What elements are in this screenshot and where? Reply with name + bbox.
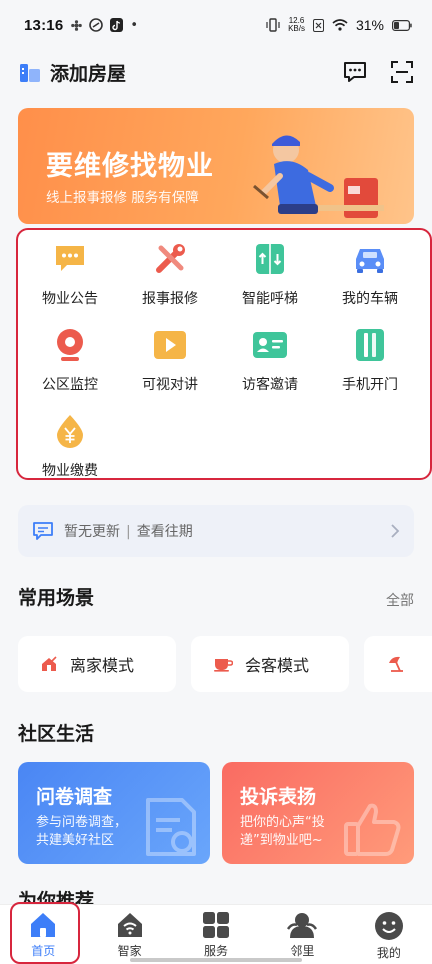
tiktok-icon	[110, 18, 124, 32]
banner-title: 要维修找物业	[46, 151, 214, 182]
scenes-section-title: 常用场景	[18, 587, 95, 609]
battery-percent: 31%	[355, 17, 384, 33]
survey-document-icon	[146, 798, 196, 856]
car-icon	[356, 249, 384, 273]
video-play-icon	[154, 331, 186, 359]
chevron-right-icon[interactable]	[390, 523, 400, 539]
tab-label: 服务	[204, 944, 229, 958]
service-payment[interactable]: 物业缴费	[20, 406, 120, 482]
battery-icon	[392, 19, 412, 31]
app-notification-icon	[89, 18, 104, 32]
survey-card-line2: 共建美好社区	[36, 833, 115, 848]
service-vehicle[interactable]: 我的车辆	[320, 234, 420, 310]
grid-apps-icon	[203, 912, 230, 938]
complaint-card-line2: 递”到物业吧~	[240, 833, 323, 848]
banner-subtitle: 线上报事报修 服务有保障	[46, 190, 199, 206]
announcement-icon	[56, 246, 84, 271]
survey-card-title: 问卷调查	[36, 786, 113, 808]
scenes-all-link[interactable]: 全部	[386, 590, 414, 610]
thumbs-up-icon	[344, 803, 401, 856]
building-icon	[20, 64, 40, 82]
service-label: 报事报修	[142, 291, 198, 307]
visitor-card-icon	[253, 332, 287, 358]
repair-banner[interactable]: 要维修找物业 线上报事报修 服务有保障	[18, 108, 414, 224]
services-grid: 物业公告 报事报修 智能呼梯 我的车辆 公区监控 可视对讲 访客邀请 手机开门 …	[20, 234, 430, 482]
teacup-icon	[214, 659, 233, 672]
service-announcement[interactable]: 物业公告	[20, 234, 120, 310]
service-visitor[interactable]: 访客邀请	[220, 320, 320, 396]
notice-message-icon	[33, 522, 53, 540]
scene-guest[interactable]: 会客模式	[191, 636, 349, 692]
app-header: 添加房屋	[0, 50, 432, 94]
complaint-card-line1: 把你的心声“投	[240, 815, 325, 830]
scene-label: 离家模式	[70, 656, 135, 675]
tab-label: 邻里	[290, 944, 315, 958]
camera-icon	[57, 329, 83, 361]
vibrate-icon	[266, 18, 280, 32]
scene-third[interactable]	[364, 636, 432, 692]
service-label: 公区监控	[42, 377, 98, 393]
service-label: 我的车辆	[342, 291, 398, 307]
message-icon[interactable]	[342, 60, 368, 84]
service-elevator[interactable]: 智能呼梯	[220, 234, 320, 310]
survey-card[interactable]: 问卷调查 参与问卷调查， 共建美好社区	[18, 762, 210, 864]
scene-leave-home[interactable]: 离家模式	[18, 636, 176, 692]
wifi-icon	[332, 19, 348, 31]
status-time: 13:16	[24, 16, 64, 34]
tab-label: 智家	[117, 944, 142, 958]
neighbors-icon	[287, 913, 318, 938]
repair-tools-icon	[156, 244, 185, 273]
smart-home-icon	[117, 913, 142, 937]
tab-services[interactable]: 服务	[173, 905, 259, 964]
services-grid-highlight: 物业公告 报事报修 智能呼梯 我的车辆 公区监控 可视对讲 访客邀请 手机开门 …	[16, 228, 432, 480]
notice-bar[interactable]: 暂无更新 | 查看往期	[18, 505, 414, 557]
home-tab-highlight	[10, 902, 80, 964]
leave-home-icon	[42, 656, 57, 671]
repairman-illustration	[253, 135, 384, 218]
service-monitoring[interactable]: 公区监控	[20, 320, 120, 396]
service-label: 物业公告	[42, 291, 98, 307]
tab-neighbors[interactable]: 邻里	[259, 905, 345, 964]
flower-icon	[71, 19, 83, 31]
status-bar: 13:16 • 12.6 KB/s 31%	[0, 0, 432, 50]
yuan-drop-icon	[57, 415, 83, 448]
service-label: 访客邀请	[242, 377, 298, 393]
notice-separator: |	[126, 524, 131, 540]
notice-history-link[interactable]: 查看往期	[137, 524, 193, 540]
service-label: 智能呼梯	[242, 291, 298, 307]
survey-card-line1: 参与问卷调查，	[36, 815, 128, 830]
service-video-intercom[interactable]: 可视对讲	[120, 320, 220, 396]
tab-label: 我的	[376, 946, 401, 960]
service-label: 手机开门	[342, 377, 398, 393]
sim-card-icon	[312, 18, 324, 32]
tab-profile[interactable]: 我的	[346, 905, 432, 964]
umbrella-icon	[389, 656, 403, 672]
net-speed-unit: KB/s	[288, 24, 305, 33]
service-label: 物业缴费	[42, 463, 98, 479]
door-icon	[356, 329, 384, 361]
service-repair[interactable]: 报事报修	[120, 234, 220, 310]
notice-text: 暂无更新	[64, 524, 120, 540]
profile-icon	[374, 912, 403, 940]
gesture-home-indicator[interactable]	[130, 958, 302, 962]
scene-label: 会客模式	[245, 656, 310, 675]
tab-smart-home[interactable]: 智家	[86, 905, 172, 964]
community-section-title: 社区生活	[18, 723, 95, 745]
page-title[interactable]: 添加房屋	[50, 59, 126, 86]
scan-icon[interactable]	[390, 60, 414, 84]
service-door-open[interactable]: 手机开门	[320, 320, 420, 396]
elevator-icon	[256, 244, 284, 274]
complaint-card-title: 投诉表扬	[240, 786, 317, 808]
complaint-card[interactable]: 投诉表扬 把你的心声“投 递”到物业吧~	[222, 762, 414, 864]
service-label: 可视对讲	[142, 377, 198, 393]
